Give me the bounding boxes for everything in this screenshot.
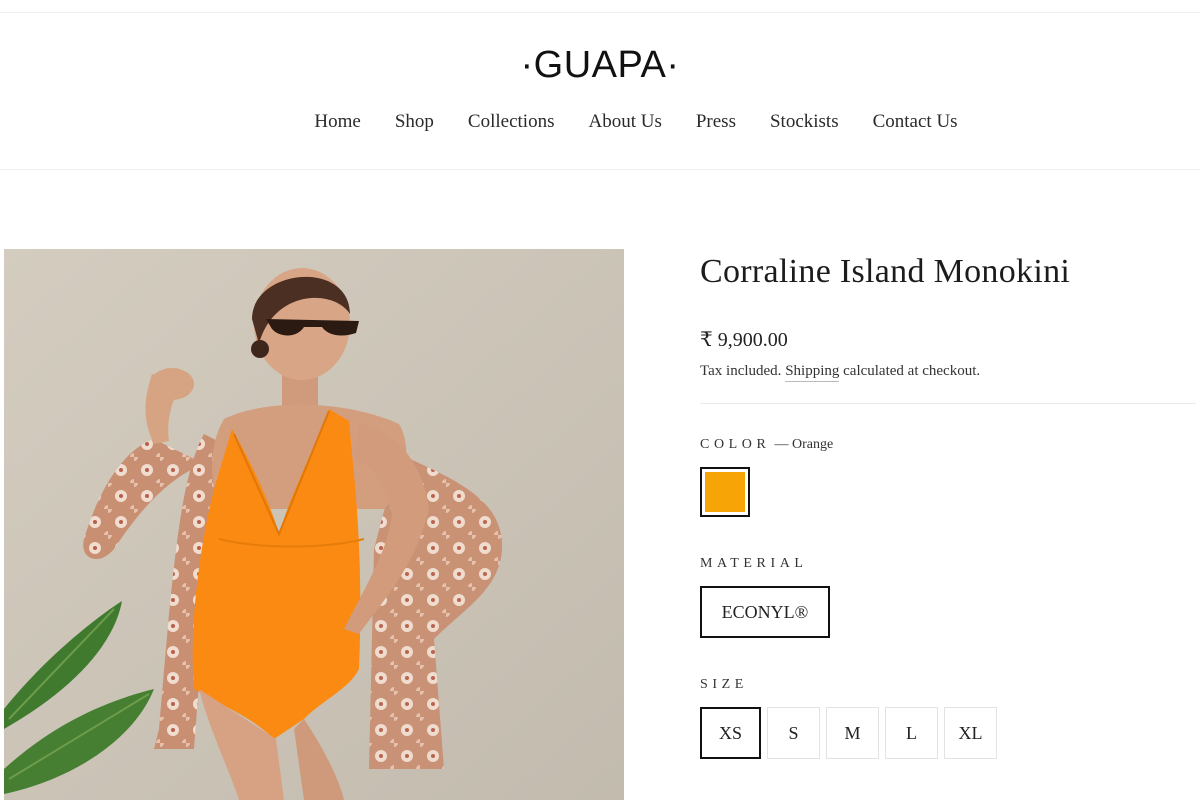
product-info: Corraline Island Monokini ₹ 9,900.00 Tax…: [700, 250, 1196, 759]
color-swatch-orange[interactable]: [700, 467, 750, 517]
product-price: ₹ 9,900.00: [700, 329, 788, 351]
tax-suffix: calculated at checkout.: [843, 363, 981, 379]
size-option-xl[interactable]: XL: [944, 707, 997, 759]
material-options: ECONYL®: [700, 586, 1196, 638]
size-option-m[interactable]: M: [826, 707, 879, 759]
nav-collections[interactable]: Collections: [468, 109, 555, 135]
tax-prefix: Tax included.: [700, 363, 782, 379]
product-photo: [4, 249, 624, 800]
material-label: MATERIAL: [700, 556, 808, 571]
material-option-econyl[interactable]: ECONYL®: [700, 586, 830, 638]
size-options: XS S M L XL: [700, 707, 1196, 759]
size-option-group: SIZE XS S M L XL: [700, 676, 1196, 759]
color-swatch-fill: [705, 472, 745, 512]
brand-logo[interactable]: ·GUAPA·: [0, 43, 1200, 87]
shipping-link[interactable]: Shipping: [785, 363, 840, 382]
material-option-group: MATERIAL ECONYL®: [700, 555, 1196, 638]
main-nav: Home Shop Collections About Us Press Sto…: [0, 109, 1200, 135]
color-option-group: COLOR — Orange: [700, 436, 1196, 517]
nav-stockists[interactable]: Stockists: [770, 109, 839, 135]
product-title: Corraline Island Monokini: [700, 253, 1071, 290]
nav-contact-us[interactable]: Contact Us: [873, 109, 958, 135]
size-option-l[interactable]: L: [885, 707, 938, 759]
header-divider: [0, 169, 1200, 170]
nav-press[interactable]: Press: [696, 109, 736, 135]
color-selected-value: — Orange: [774, 437, 834, 452]
size-option-xs[interactable]: XS: [700, 707, 761, 759]
size-label: SIZE: [700, 677, 748, 692]
size-option-s[interactable]: S: [767, 707, 820, 759]
nav-home[interactable]: Home: [314, 109, 360, 135]
tax-note: Tax included. Shipping calculated at che…: [700, 361, 1196, 382]
nav-shop[interactable]: Shop: [395, 109, 434, 135]
color-label: COLOR — Orange: [700, 436, 1196, 454]
color-label-text: COLOR: [700, 437, 771, 452]
info-divider: [700, 403, 1196, 404]
product-image[interactable]: [4, 249, 624, 800]
nav-about-us[interactable]: About Us: [588, 109, 661, 135]
site-header: ·GUAPA· Home Shop Collections About Us P…: [0, 13, 1200, 170]
